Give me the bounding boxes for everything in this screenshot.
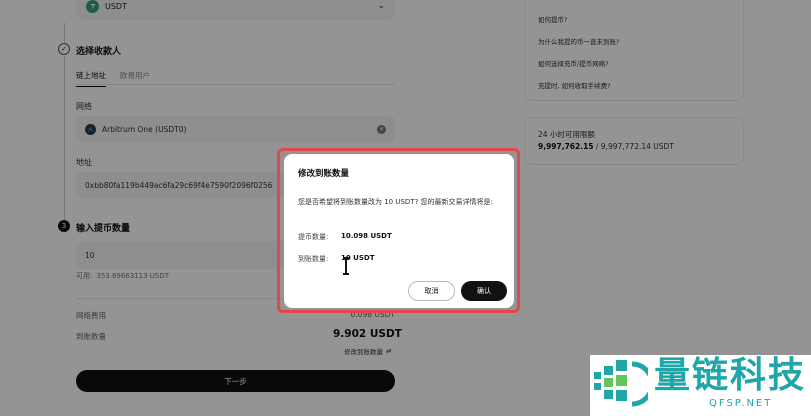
watermark-text: 量链科技 [654,355,807,396]
withdraw-amount-label: 提币数量: [298,233,329,241]
dialog-message: 您是否希望将到账数量改为 10 USDT? 您的最新交易详情将是: [298,198,493,206]
confirm-button[interactable]: 确认 [461,281,507,301]
receive-amount-label: 到账数量: [298,255,329,263]
brand-logo-icon [594,360,648,407]
withdraw-amount-value: 10.098 USDT [341,232,392,240]
watermark-domain: QFSP.NET [709,398,773,409]
dialog-title: 修改到账数量 [298,169,350,179]
text-cursor-icon [343,257,349,275]
cancel-button[interactable]: 取消 [408,281,455,301]
